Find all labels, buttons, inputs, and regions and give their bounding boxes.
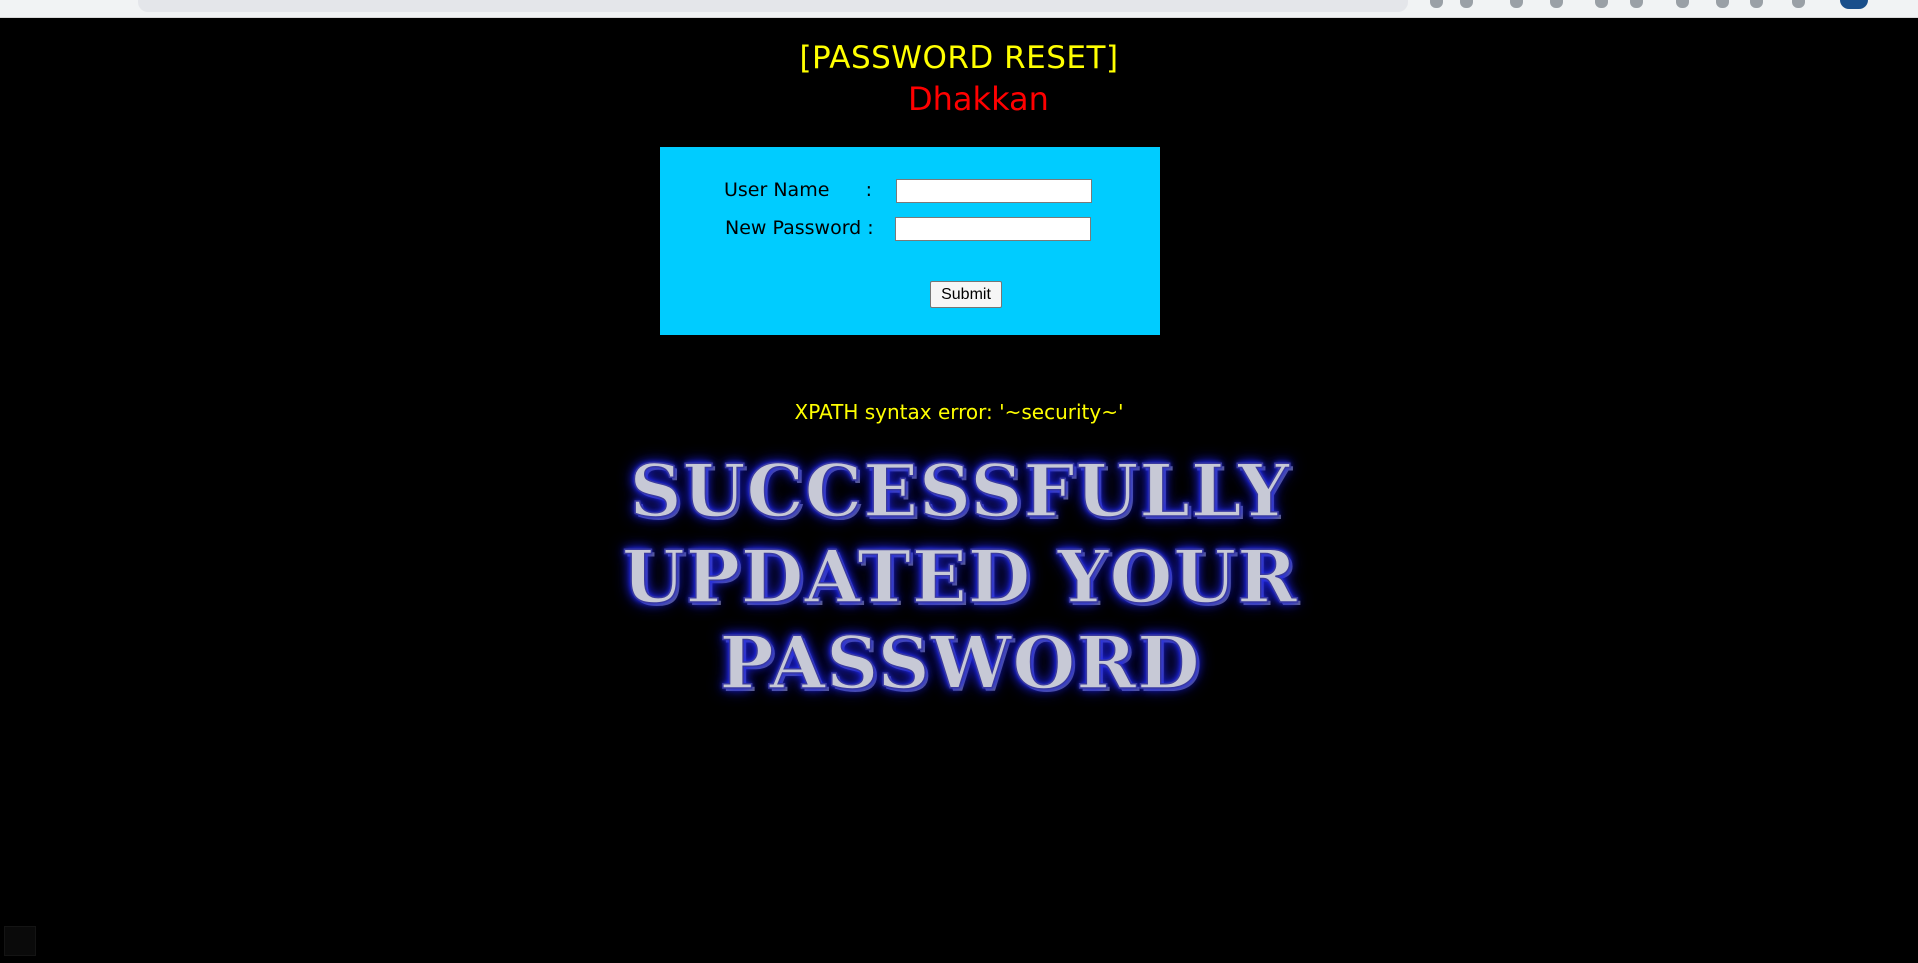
success-banner-line: PASSWORD [719,619,1201,706]
success-banner-line: SUCCESSFULLY [629,447,1291,534]
extension-icon[interactable] [1510,0,1523,8]
new-password-label: New Password : [725,217,874,239]
new-password-input[interactable] [895,217,1091,241]
extension-icon[interactable] [1630,0,1643,8]
error-message: XPATH syntax error: '~security~' [794,400,1124,424]
corner-widget [4,926,36,956]
success-banner: SUCCESSFULLY UPDATED YOUR PASSWORD [560,447,1360,706]
extension-icon[interactable] [1430,0,1443,8]
extension-icon[interactable] [1716,0,1729,8]
password-reset-form: User Name : New Password : Submit [660,147,1160,335]
extension-icon[interactable] [1676,0,1689,8]
extension-icon[interactable] [1792,0,1805,8]
username-label: User Name : [724,179,873,201]
page-subtitle: Dhakkan [908,80,1049,118]
extension-icon[interactable] [1460,0,1473,8]
profile-avatar[interactable] [1840,0,1868,9]
submit-button[interactable]: Submit [930,281,1002,308]
extension-icon[interactable] [1550,0,1563,8]
extension-icon[interactable] [1595,0,1608,8]
page-title: [PASSWORD RESET] [799,40,1119,76]
address-bar[interactable] [138,0,1408,12]
success-banner-line: UPDATED YOUR [621,533,1298,620]
browser-toolbar [0,0,1918,18]
username-input[interactable] [896,179,1092,203]
extension-icon[interactable] [1750,0,1763,8]
